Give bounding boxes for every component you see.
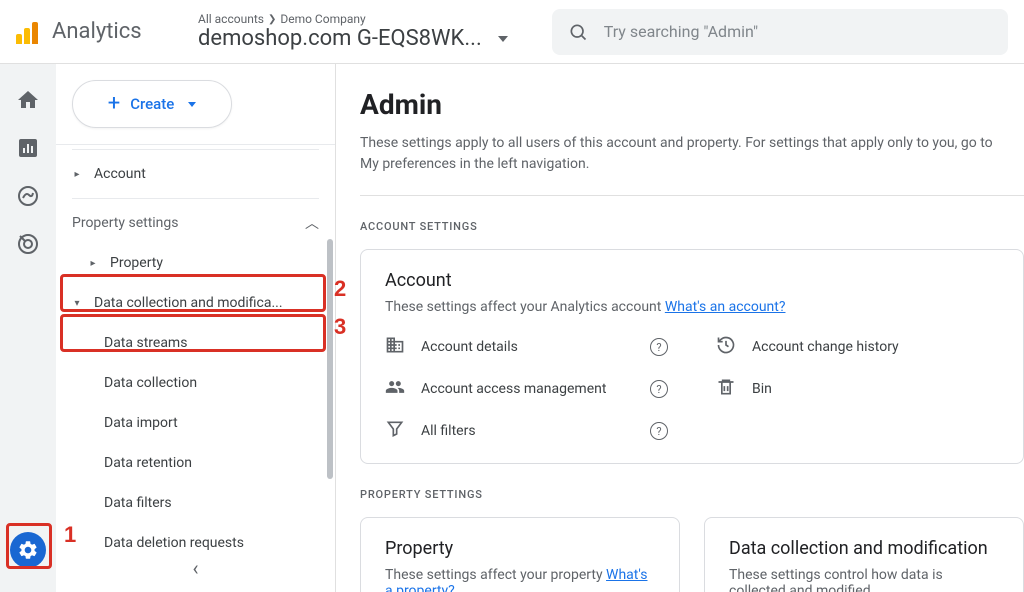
account-switcher[interactable]: All accounts ❯ Demo Company demoshop.com… (186, 8, 520, 55)
search-placeholder: Try searching "Admin" (604, 22, 758, 41)
scrollbar[interactable] (327, 239, 333, 479)
page-title: Admin (360, 88, 1024, 121)
account-access-link[interactable]: Account access management ? (385, 377, 668, 401)
nav-subitem-data-collection[interactable]: Data collection (56, 363, 335, 403)
card-title: Data collection and modification (729, 538, 999, 559)
explore-icon[interactable] (16, 184, 40, 208)
filter-icon (385, 419, 405, 443)
page-description: These settings apply to all users of thi… (360, 133, 1024, 196)
plus-icon: + (108, 93, 120, 115)
chevron-right-icon: ❯ (268, 14, 276, 25)
help-icon[interactable]: ? (650, 338, 668, 356)
arrow-right-icon: ▸ (72, 169, 82, 180)
card-title: Property (385, 538, 655, 559)
account-change-history-link[interactable]: Account change history (716, 335, 999, 359)
nav-subitem-data-import[interactable]: Data import (56, 403, 335, 443)
reports-icon[interactable] (16, 136, 40, 160)
section-label-property: PROPERTY SETTINGS (360, 488, 1024, 501)
nav-rail (0, 64, 56, 592)
arrow-right-icon: ▸ (88, 258, 98, 269)
admin-gear-icon[interactable] (10, 532, 46, 568)
help-icon[interactable]: ? (650, 380, 668, 398)
nav-subitem-data-filters[interactable]: Data filters (56, 483, 335, 523)
create-button[interactable]: + Create (72, 80, 232, 128)
help-icon[interactable]: ? (650, 422, 668, 440)
nav-subitem-data-streams[interactable]: Data streams (56, 323, 335, 363)
bin-link[interactable]: Bin (716, 377, 999, 401)
search-icon (568, 22, 588, 42)
admin-sidebar: + Create ▸ Account Property settings ︿ ▸… (56, 64, 336, 592)
account-card: Account These settings affect your Analy… (360, 249, 1024, 464)
all-filters-link[interactable]: All filters ? (385, 419, 668, 443)
people-icon (385, 377, 405, 401)
nav-item-account[interactable]: ▸ Account (56, 154, 335, 194)
card-title: Account (385, 270, 999, 291)
section-label-account: ACCOUNT SETTINGS (360, 220, 1024, 233)
logo-section: Analytics (16, 19, 186, 44)
card-description: These settings affect your Analytics acc… (385, 299, 999, 315)
data-collection-card: Data collection and modification These s… (704, 517, 1024, 592)
chevron-up-icon: ︿ (305, 213, 319, 233)
whats-an-account-link[interactable]: What's an account? (665, 299, 786, 315)
content-area: Admin These settings apply to all users … (336, 64, 1024, 592)
home-icon[interactable] (16, 88, 40, 112)
breadcrumb: All accounts ❯ Demo Company (198, 12, 508, 26)
analytics-logo-icon (16, 20, 40, 44)
sidebar-nav: ▸ Account Property settings ︿ ▸ Property… (56, 144, 335, 592)
arrow-down-icon: ▾ (72, 298, 82, 309)
nav-item-property[interactable]: ▸ Property (56, 243, 335, 283)
history-icon (716, 335, 736, 359)
card-description: These settings control how data is colle… (729, 567, 999, 592)
advertising-icon[interactable] (16, 232, 40, 256)
search-box[interactable]: Try searching "Admin" (552, 9, 1008, 55)
account-name: demoshop.com G-EQS8WK... (198, 26, 508, 51)
nav-subitem-data-retention[interactable]: Data retention (56, 443, 335, 483)
collapse-sidebar-button[interactable]: ‹ (192, 556, 198, 580)
dropdown-triangle-icon (498, 36, 508, 42)
nav-section-property-settings[interactable]: Property settings ︿ (56, 203, 335, 243)
domain-icon (385, 335, 405, 359)
account-details-link[interactable]: Account details ? (385, 335, 668, 359)
product-name: Analytics (52, 19, 142, 44)
nav-item-data-collection-modification[interactable]: ▾ Data collection and modifica... (56, 283, 335, 323)
property-card: Property These settings affect your prop… (360, 517, 680, 592)
delete-icon (716, 377, 736, 401)
card-description: These settings affect your property What… (385, 567, 655, 592)
header: Analytics All accounts ❯ Demo Company de… (0, 0, 1024, 64)
dropdown-icon (188, 102, 196, 107)
